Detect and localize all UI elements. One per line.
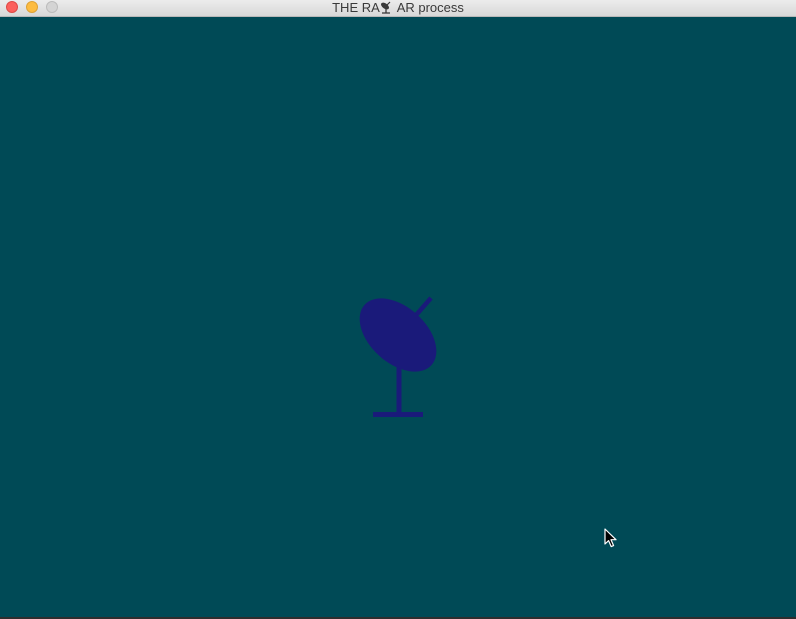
window-title: THE RA AR process	[0, 0, 796, 16]
radar-dish-icon	[359, 296, 437, 417]
radar-canvas[interactable]	[0, 17, 796, 619]
app-window: THE RA AR process	[0, 0, 796, 619]
mouse-pointer-icon	[604, 528, 617, 548]
radar-dish-icon	[380, 1, 391, 14]
window-title-left: THE RA	[332, 0, 380, 15]
radar-base	[373, 412, 423, 417]
window-title-right: AR process	[396, 0, 464, 15]
title-bar[interactable]: THE RA AR process	[0, 0, 796, 17]
